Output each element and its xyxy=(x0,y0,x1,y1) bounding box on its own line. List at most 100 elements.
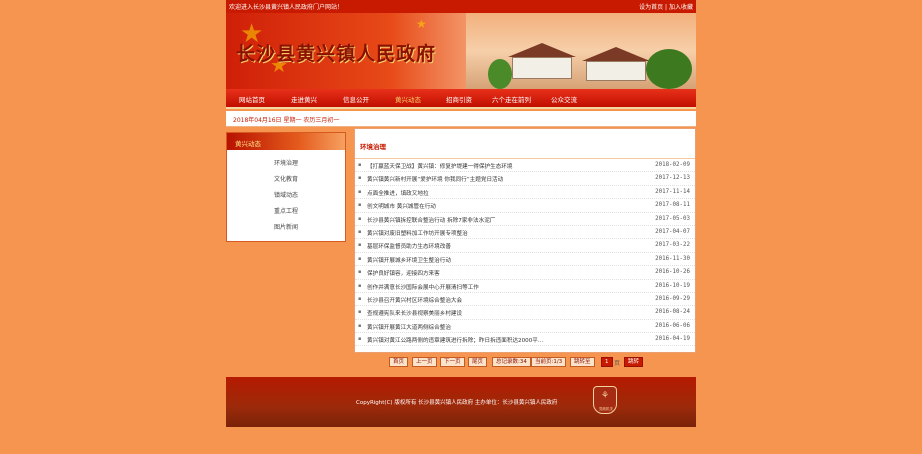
content-header: 环境治理 xyxy=(355,129,695,159)
article-link[interactable]: 长沙县召开黄兴村区环境综合整治大会 xyxy=(367,296,627,304)
sidebar: 黄兴动态 环境治理 文化教育 镇域动态 重点工程 图片新闻 xyxy=(226,132,346,242)
article-date: 2018-02-09 xyxy=(655,162,690,168)
bullet-icon: ▪ xyxy=(358,282,362,289)
article-date: 2017-03-22 xyxy=(655,242,690,249)
nav-item-investment[interactable]: 招商引资 xyxy=(446,94,472,104)
date-bar: 2018年04月16日 星期一 农历三月初一 xyxy=(226,111,696,127)
article-link[interactable]: 基层环保监督员助力生态环境改善 xyxy=(367,242,627,250)
page-container: 欢迎进入长沙县黄兴镇人民政府门户网站！ 设为首页 | 加入收藏 ★ ★ ★ 长沙… xyxy=(226,0,696,454)
article-date: 2016-06-06 xyxy=(655,322,690,329)
welcome-text: 欢迎进入长沙县黄兴镇人民政府门户网站！ xyxy=(229,4,344,11)
article-link[interactable]: 创文明城市 黄兴城管在行动 xyxy=(367,202,627,210)
article-link[interactable]: 创作并满意长沙国际会展中心开展清扫等工作 xyxy=(367,283,627,291)
first-page-button[interactable]: 首页 xyxy=(389,357,409,367)
sidebar-item-town-news[interactable]: 镇域动态 xyxy=(227,188,345,204)
content-heading: 环境治理 xyxy=(360,143,386,151)
article-date: 2016-04-19 xyxy=(655,336,690,343)
government-emblem-icon[interactable]: ⚘ 党政机关 xyxy=(593,386,617,414)
bullet-icon: ▪ xyxy=(358,228,362,235)
bullet-icon: ▪ xyxy=(358,322,362,329)
sidebar-item-key-projects[interactable]: 重点工程 xyxy=(227,204,345,220)
sidebar-item-photo-news[interactable]: 图片新闻 xyxy=(227,220,345,236)
nav-item-info-public[interactable]: 信息公开 xyxy=(343,94,369,104)
page-unit: 页 xyxy=(614,360,621,367)
bullet-icon: ▪ xyxy=(358,309,362,316)
article-date: 2016-09-29 xyxy=(655,295,690,302)
list-item: ▪ 【打赢蓝天保卫战】黄兴镇：修复护堤建一得保护生态环境 2018-02-09 xyxy=(355,159,695,173)
emblem-glyph: ⚘ xyxy=(600,391,610,401)
sidebar-list: 环境治理 文化教育 镇域动态 重点工程 图片新闻 xyxy=(227,156,345,236)
bullet-icon: ▪ xyxy=(358,215,362,222)
current-date: 2018年04月16日 星期一 农历三月初一 xyxy=(233,117,340,124)
list-item: ▪ 创作并满意长沙国际会展中心开展清扫等工作 2016-10-19 xyxy=(355,280,695,293)
last-page-button[interactable]: 尾页 xyxy=(468,357,488,367)
copyright-text: CopyRight(C) 版权所有 长沙县黄兴镇人民政府 主办单位：长沙县黄兴镇… xyxy=(356,400,558,406)
footer: CopyRight(C) 版权所有 长沙县黄兴镇人民政府 主办单位：长沙县黄兴镇… xyxy=(226,377,696,427)
article-link[interactable]: 黄兴镇黄兴新村开展“爱护环境 你我同行”主题党日活动 xyxy=(367,175,627,183)
nav-item-news[interactable]: 黄兴动态 xyxy=(395,94,421,104)
article-list: ▪ 【打赢蓝天保卫战】黄兴镇：修复护堤建一得保护生态环境 2018-02-09 ▪ 黄… xyxy=(355,159,695,347)
star-icon: ★ xyxy=(416,17,427,31)
main-nav: 网站首页 走进黄兴 信息公开 黄兴动态 招商引资 六个走在前列 公众交流 xyxy=(226,89,696,109)
article-date: 2017-04-07 xyxy=(655,228,690,235)
bullet-icon: ▪ xyxy=(358,162,362,168)
house-roof-graphic xyxy=(582,47,650,61)
top-links-separator: | xyxy=(665,4,668,11)
prev-page-button[interactable]: 上一页 xyxy=(412,357,437,367)
list-item: ▪ 黄兴镇开展城乡环境卫生整治行动 2016-11-30 xyxy=(355,253,695,267)
bullet-icon: ▪ xyxy=(358,202,362,209)
pagination: 首页 上一页 下一页 尾页 总记录数:34 当前页:1/3 跳转至 1 页 跳转 xyxy=(389,357,679,369)
bullet-icon: ▪ xyxy=(358,255,362,262)
banner: ★ ★ ★ 长沙县黄兴镇人民政府 xyxy=(226,13,696,89)
list-item: ▪ 黄兴镇黄兴新村开展“爱护环境 你我同行”主题党日活动 2017-12-13 xyxy=(355,172,695,186)
house-graphic xyxy=(586,61,646,81)
article-link[interactable]: 黄兴镇对废旧塑料加工作坊开展专项整治 xyxy=(367,229,627,237)
tree-graphic xyxy=(646,49,692,89)
add-favorite-link[interactable]: 加入收藏 xyxy=(669,4,693,11)
article-date: 2016-10-19 xyxy=(655,282,690,289)
list-item: ▪ 黄兴镇对废旧塑料加工作坊开展专项整治 2017-04-07 xyxy=(355,226,695,240)
article-link[interactable]: 查规遵宪队来长沙县视察美丽乡村建设 xyxy=(367,309,627,317)
nav-item-about[interactable]: 走进黄兴 xyxy=(291,94,317,104)
article-date: 2017-08-11 xyxy=(655,202,690,209)
article-link[interactable]: 点面全推进，填政又地拉 xyxy=(367,189,627,197)
list-item: ▪ 黄兴镇开展黄江大道两侧综合整治 2016-06-06 xyxy=(355,320,695,334)
bullet-icon: ▪ xyxy=(358,242,362,249)
bullet-icon: ▪ xyxy=(358,295,362,302)
list-item: ▪ 长沙县黄兴镇拆控联合整治行动 拆除7家非法水泥厂 2017-05-03 xyxy=(355,213,695,226)
sidebar-item-culture[interactable]: 文化教育 xyxy=(227,172,345,188)
list-item: ▪ 长沙县召开黄兴村区环境综合整治大会 2016-09-29 xyxy=(355,293,695,307)
current-page: 当前页:1/3 xyxy=(531,357,567,367)
article-date: 2016-10-26 xyxy=(655,269,690,276)
bullet-icon: ▪ xyxy=(358,336,362,343)
list-item: ▪ 保护良好镇容，迎接四方来客 2016-10-26 xyxy=(355,266,695,280)
top-bar: 欢迎进入长沙县黄兴镇人民政府门户网站！ 设为首页 | 加入收藏 xyxy=(226,0,696,13)
article-link[interactable]: 长沙县黄兴镇拆控联合整治行动 拆除7家非法水泥厂 xyxy=(367,216,627,224)
nav-item-six-fronts[interactable]: 六个走在前列 xyxy=(492,94,531,104)
emblem-label: 党政机关 xyxy=(599,407,613,411)
article-link[interactable]: 保护良好镇容，迎接四方来客 xyxy=(367,269,627,277)
page-number-input[interactable]: 1 xyxy=(601,357,613,367)
list-item: ▪ 查规遵宪队来长沙县视察美丽乡村建设 2016-08-24 xyxy=(355,306,695,320)
article-link[interactable]: 黄兴镇对黄江公路两侧的违章建筑进行拆除；昨日拆违面积达2000平... xyxy=(367,336,627,344)
next-page-button[interactable]: 下一页 xyxy=(440,357,465,367)
nav-item-home[interactable]: 网站首页 xyxy=(239,94,265,104)
bullet-icon: ▪ xyxy=(358,269,362,276)
article-link[interactable]: 黄兴镇开展城乡环境卫生整治行动 xyxy=(367,256,627,264)
article-date: 2017-05-03 xyxy=(655,215,690,222)
jump-to-label[interactable]: 跳转至 xyxy=(570,357,595,367)
article-date: 2016-08-24 xyxy=(655,309,690,316)
set-home-link[interactable]: 设为首页 xyxy=(639,4,663,11)
nav-item-public-exchange[interactable]: 公众交流 xyxy=(551,94,577,104)
total-records: 总记录数:34 xyxy=(492,357,531,367)
go-button[interactable]: 跳转 xyxy=(624,357,644,367)
article-link[interactable]: 【打赢蓝天保卫战】黄兴镇：修复护堤建一得保护生态环境 xyxy=(367,162,627,170)
article-link[interactable]: 黄兴镇开展黄江大道两侧综合整治 xyxy=(367,323,627,331)
article-date: 2017-12-13 xyxy=(655,175,690,182)
list-item: ▪ 黄兴镇对黄江公路两侧的违章建筑进行拆除；昨日拆违面积达2000平... 2016… xyxy=(355,333,695,347)
article-date: 2016-11-30 xyxy=(655,255,690,262)
top-links: 设为首页 | 加入收藏 xyxy=(639,2,693,11)
bullet-icon: ▪ xyxy=(358,175,362,182)
article-date: 2017-11-14 xyxy=(655,188,690,195)
sidebar-item-environment[interactable]: 环境治理 xyxy=(227,156,345,172)
